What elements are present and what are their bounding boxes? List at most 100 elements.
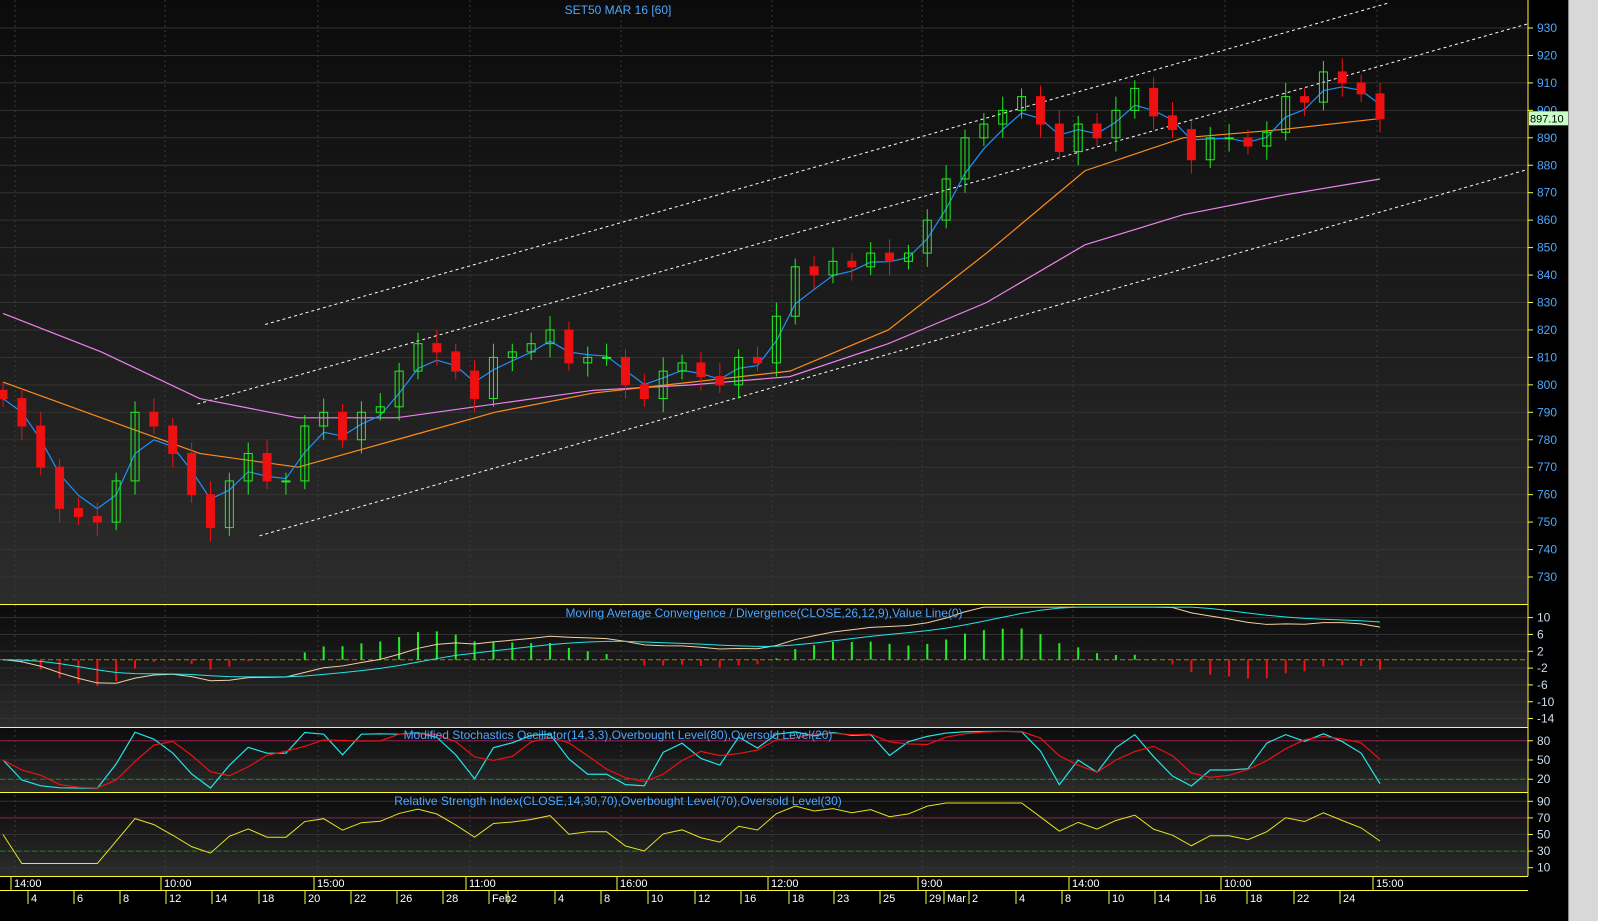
time-label: 10:00 (164, 878, 192, 890)
date-label: 16 (744, 893, 756, 905)
date-label: 29 (929, 893, 941, 905)
date-label: 14 (1158, 893, 1170, 905)
price-tick-label: 830 (1537, 296, 1557, 310)
time-label: 14:00 (14, 878, 42, 890)
date-label: 4 (1019, 893, 1025, 905)
price-tick-label: 920 (1537, 48, 1557, 62)
date-label: 20 (308, 893, 320, 905)
date-label: 4 (31, 893, 37, 905)
date-label: 18 (792, 893, 804, 905)
candle-body (1337, 71, 1347, 84)
price-tick-label: 770 (1537, 460, 1557, 474)
price-tick-label: 870 (1537, 186, 1557, 200)
last-price-label: 897.10 (1530, 113, 1564, 125)
stoch-tick-label: 80 (1537, 734, 1551, 748)
date-label: 28 (446, 893, 458, 905)
date-label: 2 (511, 893, 517, 905)
candle-body (753, 356, 763, 364)
stock-chart[interactable]: SET50 MAR 16 [60] Moving Average Converg… (0, 0, 1568, 921)
candle-body (564, 329, 574, 364)
date-label: 12 (169, 893, 181, 905)
price-tick-label: 810 (1537, 350, 1557, 364)
rsi-title: Relative Strength Index(CLOSE,14,30,70),… (394, 794, 842, 808)
candle-body (602, 356, 612, 359)
candle-body (92, 516, 102, 523)
price-tick-label: 890 (1537, 131, 1557, 145)
date-label: 26 (400, 893, 412, 905)
date-label: 12 (698, 893, 710, 905)
candle-body (715, 376, 725, 386)
price-tick-label: 840 (1537, 268, 1557, 282)
candle-body (847, 260, 857, 268)
macd-tick-label: -14 (1537, 712, 1555, 726)
candle-body (149, 411, 159, 427)
date-label: 23 (837, 893, 849, 905)
macd-tick-label: -10 (1537, 695, 1555, 709)
candle-body (451, 351, 461, 372)
time-label: 15:00 (317, 878, 345, 890)
candle-body (1186, 129, 1196, 161)
price-tick-label: 850 (1537, 241, 1557, 255)
price-tick-label: 760 (1537, 488, 1557, 502)
price-tick-label: 860 (1537, 213, 1557, 227)
price-tick-label: 930 (1537, 21, 1557, 35)
macd-tick-label: -2 (1537, 661, 1548, 675)
price-tick-label: 910 (1537, 76, 1557, 90)
date-label: 10 (1112, 893, 1124, 905)
candle-body (696, 362, 706, 378)
price-tick-label: 740 (1537, 543, 1557, 557)
date-label: 22 (1297, 893, 1309, 905)
price-tick-label: 820 (1537, 323, 1557, 337)
candle-body (262, 452, 272, 482)
time-label: 11:00 (469, 878, 496, 890)
date-label: 8 (604, 893, 610, 905)
price-tick-label: 800 (1537, 378, 1557, 392)
candle-body (36, 425, 46, 468)
candle-body (1300, 96, 1310, 103)
candle-body (1092, 123, 1102, 139)
time-label: 12:00 (771, 878, 799, 890)
rsi-tick-label: 90 (1537, 794, 1551, 808)
date-label: 14 (215, 893, 227, 905)
candle-body (1243, 137, 1253, 147)
candle-body (1054, 123, 1064, 153)
price-tick-label: 730 (1537, 570, 1557, 584)
time-label: 14:00 (1072, 878, 1100, 890)
time-label: 15:00 (1376, 878, 1404, 890)
price-tick-label: 790 (1537, 405, 1557, 419)
candle-body (1035, 96, 1045, 125)
date-label: 25 (883, 893, 895, 905)
candle-body (639, 384, 649, 400)
date-label: 10 (651, 893, 663, 905)
date-label: 6 (77, 893, 83, 905)
candle-body (168, 425, 178, 454)
candle-body (205, 494, 215, 529)
candle-body (885, 252, 895, 262)
candle-body (281, 480, 291, 483)
date-label: 2 (972, 893, 978, 905)
candle-body (1356, 82, 1366, 95)
price-tick-label: 780 (1537, 433, 1557, 447)
candle-body (73, 507, 83, 518)
date-label: Mar (947, 893, 966, 905)
candle-body (470, 370, 480, 400)
time-label: 9:00 (921, 878, 942, 890)
time-label: 10:00 (1224, 878, 1252, 890)
date-label: 22 (354, 893, 366, 905)
stoch-title: Modified Stochastics Oscillator(14,3,3),… (404, 728, 833, 742)
date-label: 18 (262, 893, 274, 905)
macd-tick-label: 10 (1537, 611, 1551, 625)
candle-body (55, 466, 65, 509)
macd-tick-label: -6 (1537, 678, 1548, 692)
candle-body (1375, 93, 1385, 120)
rsi-tick-label: 30 (1537, 844, 1551, 858)
candle-body (338, 411, 348, 441)
candle-body (0, 389, 8, 400)
date-label: 24 (1343, 893, 1355, 905)
stoch-tick-label: 20 (1537, 772, 1551, 786)
candle-body (1149, 87, 1159, 117)
date-label: 8 (123, 893, 129, 905)
candle-body (809, 266, 819, 276)
candle-body (17, 398, 27, 427)
rsi-tick-label: 70 (1537, 811, 1551, 825)
